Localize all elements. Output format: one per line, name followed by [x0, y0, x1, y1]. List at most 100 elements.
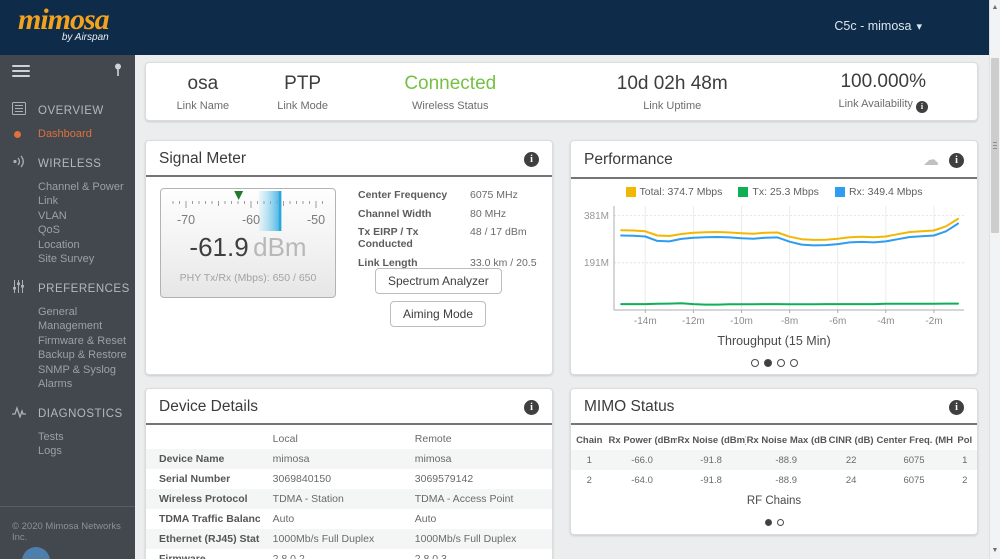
- sidebar-header-wireless[interactable]: WIRELESS: [0, 153, 135, 175]
- scrollbar-thumb[interactable]: [991, 58, 999, 233]
- detail-label: Channel Width: [358, 207, 432, 220]
- pagination-dot[interactable]: [789, 359, 798, 367]
- vertical-scrollbar[interactable]: ▲ ▼: [989, 0, 1000, 559]
- wireless-status-label: Wireless Status: [412, 99, 489, 112]
- detail-value: 80 MHz: [470, 207, 507, 220]
- svg-text:-4m: -4m: [877, 316, 894, 327]
- pagination-dot[interactable]: [764, 519, 772, 526]
- link-name-label: Link Name: [176, 99, 230, 112]
- sidebar-item-link[interactable]: Link: [38, 194, 135, 209]
- info-icon[interactable]: [524, 399, 539, 415]
- table-row: 1 -66.0 -91.8 -88.9 22 6075 1: [571, 450, 977, 470]
- device-details-table: Local Remote Device Name mimosa mimosa Ser…: [146, 429, 552, 559]
- rf-chains-label: RF Chains: [746, 495, 802, 507]
- sidebar-header-overview[interactable]: OVERVIEW: [0, 100, 135, 122]
- sidebar-header-preferences[interactable]: PREFERENCES: [0, 278, 135, 300]
- sidebar-item-qos[interactable]: QoS: [38, 223, 135, 238]
- sidebar-top-bar: [0, 55, 135, 89]
- nav-section-wireless: WIRELESS Channel & Power Link VLAN QoS L…: [0, 153, 135, 267]
- legend-swatch-tx: [738, 187, 749, 197]
- sidebar-item-location[interactable]: Location: [38, 238, 135, 253]
- table-row: Device Name mimosa mimosa: [146, 449, 552, 469]
- device-dropdown-label: C5c - mimosa: [834, 19, 912, 33]
- sidebar-divider: [0, 506, 135, 507]
- pagination-dot[interactable]: [776, 519, 784, 526]
- sidebar-item-alarms[interactable]: Alarms: [38, 377, 135, 392]
- sidebar-header-label: DIAGNOSTICS: [38, 407, 123, 420]
- sidebar-item-tests[interactable]: Tests: [38, 430, 135, 445]
- link-availability-label: Link Availability: [789, 98, 977, 113]
- legend-rx: Rx: 349.4 Mbps: [834, 186, 922, 198]
- sidebar-item-snmp-syslog[interactable]: SNMP & Syslog: [38, 363, 135, 378]
- svg-text:191M: 191M: [584, 258, 609, 269]
- status-uptime: 10d 02h 48m Link Uptime: [555, 72, 789, 112]
- scroll-up-arrow[interactable]: ▲: [990, 2, 1000, 14]
- info-icon[interactable]: [915, 101, 928, 113]
- nav-section-preferences: PREFERENCES General Management Firmware …: [0, 278, 135, 392]
- mimosa-logo[interactable]: mimosa by Airspan: [18, 5, 110, 44]
- performance-panel: Performance Total: 374.7 Mbps Tx: 25.3 M…: [570, 140, 978, 375]
- sidebar-footer: © 2020 Mimosa Networks Inc.: [0, 506, 135, 559]
- aiming-mode-button[interactable]: Aiming Mode: [390, 301, 487, 327]
- mimo-status-title: MIMO Status: [584, 398, 675, 415]
- pagination-dot[interactable]: [776, 359, 785, 367]
- cloud-icon[interactable]: [923, 150, 939, 170]
- status-link-name: osa Link Name: [146, 72, 260, 112]
- svg-text:-8m: -8m: [781, 316, 798, 327]
- sidebar-item-firmware-reset[interactable]: Firmware & Reset: [38, 334, 135, 349]
- sliders-icon: [12, 279, 28, 298]
- legend-total: Total: 374.7 Mbps: [625, 186, 722, 198]
- sidebar-header-diagnostics[interactable]: DIAGNOSTICS: [0, 403, 135, 425]
- signal-gauge: -70 -60 -50 -61.9 dBm PHY Tx/Rx (Mbps): 65…: [160, 188, 336, 298]
- chart-x-axis-title: Throughput (15 Min): [717, 334, 831, 348]
- wireless-icon: [12, 155, 28, 173]
- performance-pagination: [571, 354, 977, 372]
- table-header-row: Local Remote: [146, 429, 552, 449]
- link-status-bar: osa Link Name PTP Link Mode Connected Wi…: [145, 62, 978, 121]
- legend-swatch-rx: [834, 187, 845, 197]
- pin-icon[interactable]: [113, 63, 123, 84]
- device-details-panel: Device Details Local Remote Device Namem…: [145, 388, 553, 559]
- device-dropdown[interactable]: C5c - mimosa: [834, 19, 922, 33]
- sidebar-item-management[interactable]: Management: [38, 319, 135, 334]
- sidebar-item-backup-restore[interactable]: Backup & Restore: [38, 348, 135, 363]
- signal-meter-title: Signal Meter: [159, 150, 247, 167]
- legend-tx: Tx: 25.3 Mbps: [738, 186, 819, 198]
- sidebar-item-vlan[interactable]: VLAN: [38, 209, 135, 224]
- svg-text:-50: -50: [307, 213, 325, 227]
- table-row: Wireless Protocol TDMA - Station TDMA - Ac…: [146, 489, 552, 509]
- mimo-status-panel: MIMO Status Chain Rx Power (dBm) Rx Nois…: [570, 388, 978, 535]
- copyright-text: © 2020 Mimosa Networks Inc.: [12, 521, 121, 543]
- table-row: Ethernet (RJ45) Status1000Mb/s Full Dupl…: [146, 529, 552, 549]
- link-availability-value: 100.000%: [840, 71, 927, 92]
- link-uptime-label: Link Uptime: [643, 99, 702, 112]
- menu-icon[interactable]: [12, 65, 30, 80]
- pagination-dot[interactable]: [750, 359, 759, 367]
- nav-section-overview: OVERVIEW Dashboard: [0, 100, 135, 142]
- sidebar-header-label: PREFERENCES: [38, 282, 130, 295]
- performance-title: Performance: [584, 151, 673, 168]
- info-icon[interactable]: [524, 151, 539, 167]
- spectrum-analyzer-button[interactable]: Spectrum Analyzer: [375, 268, 502, 294]
- sidebar-item-logs[interactable]: Logs: [38, 444, 135, 459]
- pagination-dot[interactable]: [763, 359, 772, 367]
- column-remote: Remote: [414, 433, 452, 445]
- table-header-row: Chain Rx Power (dBm) Rx Noise (dBm) Rx N…: [576, 435, 973, 446]
- chevron-down-icon: [911, 19, 922, 33]
- sidebar-item-channel-power[interactable]: Channel & Power: [38, 180, 135, 195]
- info-icon[interactable]: [949, 152, 964, 168]
- svg-text:-70: -70: [177, 213, 195, 227]
- info-icon[interactable]: [949, 399, 964, 415]
- list-icon: [12, 102, 28, 120]
- sidebar-item-dashboard[interactable]: Dashboard: [14, 127, 135, 142]
- scroll-down-arrow[interactable]: ▼: [990, 545, 1000, 557]
- sidebar-item-general[interactable]: General: [38, 305, 135, 320]
- link-mode-label: Link Mode: [277, 99, 328, 112]
- mimo-status-table: Chain Rx Power (dBm) Rx Noise (dBm) Rx N…: [571, 431, 977, 490]
- svg-text:381M: 381M: [584, 211, 609, 222]
- column-local: Local: [272, 433, 298, 445]
- sidebar-item-site-survey[interactable]: Site Survey: [38, 252, 135, 267]
- link-name-value: osa: [187, 72, 219, 94]
- table-row: Serial Number 3069840150 3069579142: [159, 473, 474, 485]
- sidebar-nav: OVERVIEW Dashboard WIRELESS Channel & Po…: [0, 55, 135, 559]
